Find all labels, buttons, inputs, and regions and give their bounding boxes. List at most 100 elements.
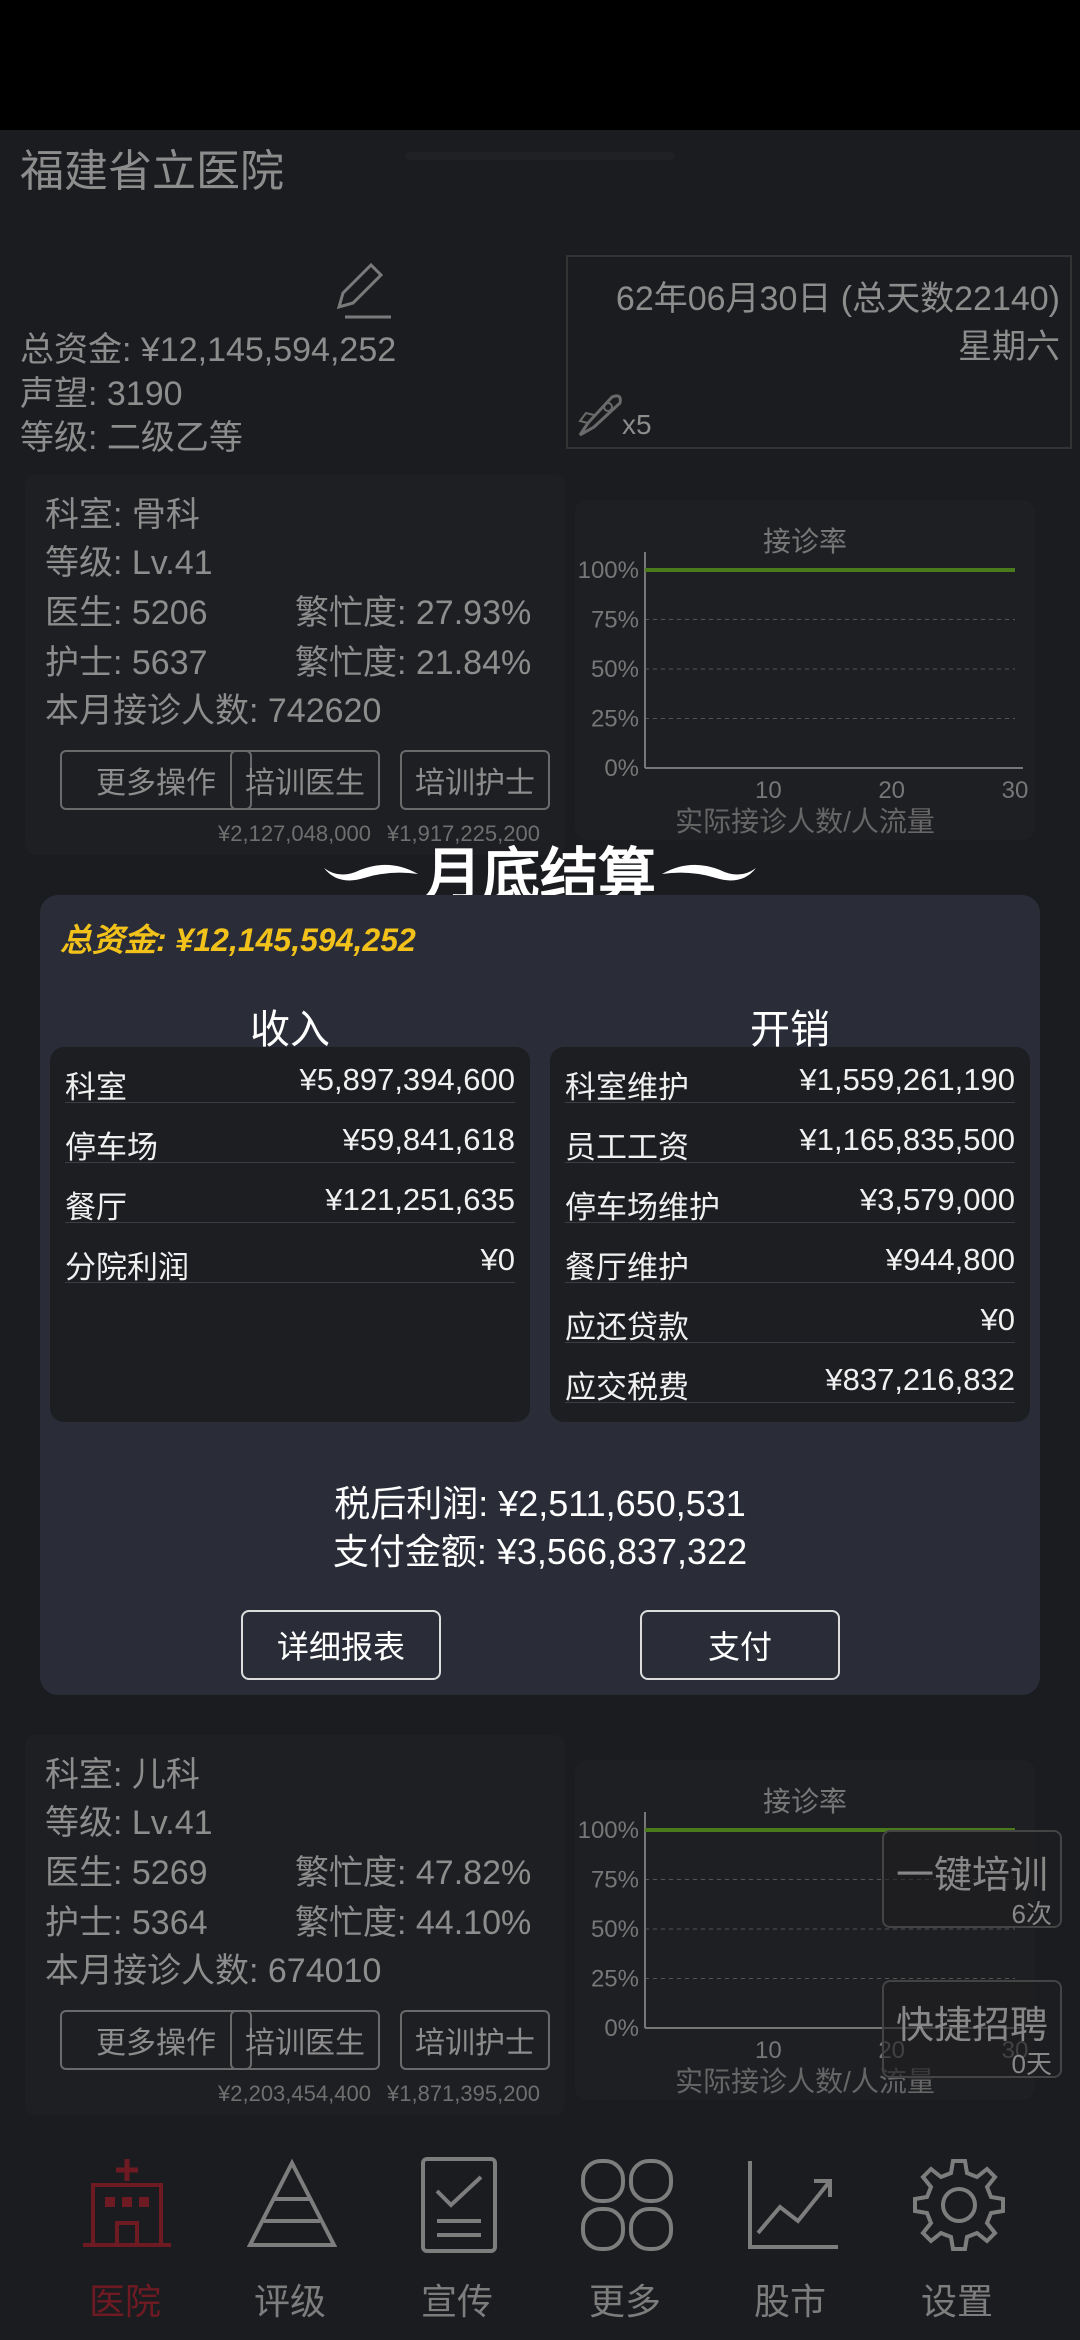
y-tick-label: 100%: [578, 557, 639, 584]
income-value: ¥5,897,394,600: [299, 1062, 516, 1097]
train-doctor-button[interactable]: 培训医生: [230, 2010, 380, 2070]
speed-multiplier: x5: [622, 409, 652, 440]
modal-total-funds: 总资金: ¥12,145,594,252: [60, 922, 416, 958]
dept-name: 科室: 儿科: [45, 1756, 200, 1794]
nav-stocks[interactable]: 股市: [720, 2155, 860, 2325]
expense-value: ¥3,579,000: [859, 1182, 1015, 1217]
train-nurse-cost: ¥1,871,395,200: [387, 2081, 540, 2106]
y-tick-label: 25%: [591, 706, 639, 733]
pyramid-icon: [246, 2158, 338, 2247]
gear-icon: [913, 2159, 1005, 2251]
date-panel: 62年06月30日 (总天数22140) 星期六 x5: [566, 255, 1072, 449]
nav-promotion-label: 宣传: [420, 2281, 493, 2322]
after-tax-profit: 税后利润: ¥2,511,650,531: [334, 1483, 746, 1524]
weekday-text: 星期六: [958, 328, 1060, 366]
expense-value: ¥1,559,261,190: [799, 1062, 1016, 1097]
ornament-right-icon: [662, 864, 756, 881]
list-item: 科室 ¥5,897,394,600: [65, 1062, 516, 1105]
nav-hospital[interactable]: 医院: [55, 2155, 195, 2325]
nav-promotion[interactable]: 宣传: [387, 2155, 527, 2325]
one-click-train-count: 6次: [1011, 1899, 1052, 1929]
hospital-name[interactable]: 福建省立医院: [20, 135, 284, 199]
payment-amount: 支付金额: ¥3,566,837,322: [332, 1531, 748, 1572]
expense-value: ¥944,800: [885, 1242, 1015, 1277]
y-tick-label: 25%: [591, 1966, 639, 1993]
detailed-report-button[interactable]: 详细报表: [241, 1610, 441, 1680]
document-icon: [421, 2157, 497, 2253]
nav-settings[interactable]: 设置: [887, 2155, 1027, 2325]
list-item: 餐厅维护 ¥944,800: [565, 1242, 1015, 1285]
nurse-busy: 繁忙度: 44.10%: [295, 1904, 532, 1942]
more-actions-button[interactable]: 更多操作: [60, 750, 252, 810]
income-list: 科室 ¥5,897,394,600 停车场 ¥59,841,618 餐厅 ¥12…: [50, 1047, 530, 1422]
reception-rate-chart: 接诊率 100%75%50%25%0%102030 实际接诊人数/人流量: [575, 500, 1035, 840]
income-value: ¥0: [480, 1242, 515, 1277]
expense-value: ¥1,165,835,500: [799, 1122, 1016, 1157]
list-item: 员工工资 ¥1,165,835,500: [565, 1122, 1016, 1165]
dept-level: 等级: Lv.41: [45, 544, 213, 582]
expense-label: 应交税费: [565, 1370, 689, 1405]
one-click-train-label: 一键培训: [895, 1855, 1048, 1897]
total-funds: 总资金: ¥12,145,594,252: [20, 331, 397, 369]
list-item: 应交税费 ¥837,216,832: [565, 1362, 1015, 1405]
nurse-busy: 繁忙度: 21.84%: [295, 644, 532, 682]
doctor-busy: 繁忙度: 47.82%: [295, 1854, 532, 1892]
department-card-orthopedics: 科室: 骨科 等级: Lv.41 医生: 5206 繁忙度: 27.93% 护士…: [25, 475, 565, 855]
monthly-patients: 本月接诊人数: 674010: [45, 1952, 382, 1990]
y-tick-label: 75%: [591, 1867, 639, 1894]
train-doctor-button[interactable]: 培训医生: [230, 750, 380, 810]
nav-settings-label: 设置: [920, 2281, 993, 2322]
doctor-count: 医生: 5269: [45, 1854, 208, 1892]
one-click-train-button[interactable]: 一键培训 6次: [882, 1830, 1062, 1929]
date-text: 62年06月30日 (总天数22140): [615, 280, 1060, 318]
chart-line-icon: [748, 2161, 838, 2249]
train-nurse-button[interactable]: 培训护士: [400, 2010, 550, 2070]
department-card-pediatrics: 科室: 儿科 等级: Lv.41 医生: 5269 繁忙度: 47.82% 护士…: [25, 1735, 565, 2115]
train-doctor-cost: ¥2,203,454,400: [218, 2081, 371, 2106]
hospital-grade: 等级: 二级乙等: [20, 419, 243, 457]
income-label: 停车场: [65, 1130, 158, 1165]
list-item: 餐厅 ¥121,251,635: [65, 1182, 515, 1225]
drag-handle: [405, 152, 675, 160]
nav-stocks-label: 股市: [753, 2281, 826, 2322]
y-tick-label: 50%: [591, 1916, 639, 1943]
expense-list: 科室维护 ¥1,559,261,190 员工工资 ¥1,165,835,500 …: [550, 1047, 1030, 1422]
edit-icon[interactable]: [325, 255, 395, 325]
list-item: 应还贷款 ¥0: [565, 1302, 1015, 1345]
nav-hospital-label: 医院: [88, 2281, 161, 2322]
monthly-patients: 本月接诊人数: 742620: [45, 692, 382, 730]
income-label: 餐厅: [65, 1190, 127, 1225]
list-item: 科室维护 ¥1,559,261,190: [565, 1062, 1016, 1105]
expense-label: 停车场维护: [565, 1190, 720, 1225]
dept-level: 等级: Lv.41: [45, 1804, 213, 1842]
quick-hire-button[interactable]: 快捷招聘 0天: [882, 1980, 1062, 2079]
quick-hire-days: 0天: [1011, 2049, 1052, 2079]
income-label: 分院利润: [65, 1250, 189, 1285]
y-tick-label: 0%: [604, 2015, 639, 2042]
expense-label: 应还贷款: [565, 1310, 689, 1345]
more-actions-button[interactable]: 更多操作: [60, 2010, 252, 2070]
monthly-settlement-dialog: 总资金: ¥12,145,594,252 收入 开销 科室 ¥5,897,394…: [40, 895, 1040, 1695]
expense-label: 科室维护: [565, 1070, 689, 1105]
doctor-busy: 繁忙度: 27.93%: [295, 594, 532, 632]
expense-label: 员工工资: [565, 1130, 689, 1165]
y-tick-label: 50%: [591, 656, 639, 683]
nav-more[interactable]: 更多: [555, 2155, 695, 2325]
income-value: ¥59,841,618: [342, 1122, 515, 1157]
x-tick-label: 20: [878, 777, 905, 800]
train-nurse-button[interactable]: 培训护士: [400, 750, 550, 810]
y-tick-label: 100%: [578, 1817, 639, 1844]
expense-value: ¥0: [980, 1302, 1015, 1337]
y-tick-label: 0%: [604, 755, 639, 782]
expense-value: ¥837,216,832: [825, 1362, 1015, 1397]
rocket-icon[interactable]: [572, 387, 628, 443]
income-label: 科室: [65, 1070, 127, 1105]
quick-hire-label: 快捷招聘: [895, 2005, 1048, 2047]
nurse-count: 护士: 5364: [45, 1904, 208, 1942]
list-item: 分院利润 ¥0: [65, 1242, 515, 1285]
x-tick-label: 30: [1002, 777, 1029, 800]
nav-rating[interactable]: 评级: [220, 2155, 360, 2325]
pay-button[interactable]: 支付: [640, 1610, 840, 1680]
dept-name: 科室: 骨科: [45, 496, 200, 534]
status-bar: [0, 0, 1080, 130]
